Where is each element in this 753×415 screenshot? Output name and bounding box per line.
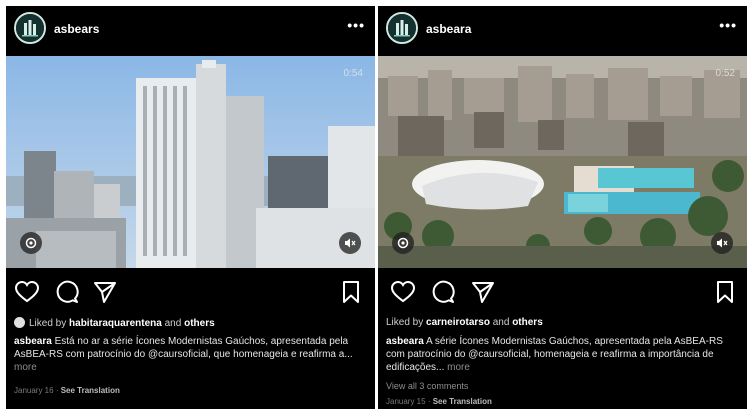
like-heart-icon[interactable] xyxy=(14,280,40,304)
liked-by-line: Liked by habitaraquarentena and others xyxy=(14,317,215,329)
sound-off-icon[interactable] xyxy=(711,232,733,254)
like-heart-icon[interactable] xyxy=(390,280,416,304)
post-actions xyxy=(6,276,375,310)
see-translation-link[interactable]: See Translation xyxy=(61,386,120,395)
share-send-icon[interactable] xyxy=(92,280,118,304)
video-duration: 0:52 xyxy=(715,68,735,79)
liked-by-others[interactable]: others xyxy=(184,318,215,329)
more-options-icon[interactable]: ••• xyxy=(347,17,365,33)
post-meta-row: January 16 · See Translation xyxy=(14,386,120,395)
avatar-logo-icon xyxy=(388,14,416,42)
post-actions xyxy=(378,276,747,310)
post-header: asbears ••• xyxy=(6,6,375,56)
liked-by-line: Liked by carneirotarso and others xyxy=(386,317,543,328)
video-duration: 0:54 xyxy=(343,68,363,79)
caption-text: A série Ícones Modernistas Gaúchos, apre… xyxy=(386,336,723,373)
liker-avatar[interactable] xyxy=(14,317,25,328)
liked-by-user[interactable]: habitaraquarentena xyxy=(69,318,162,329)
post-video[interactable]: 0:52 xyxy=(378,56,747,268)
sound-off-icon[interactable] xyxy=(339,232,361,254)
instagram-post-right: asbeara ••• 0:52 Liked by carneirotarso … xyxy=(378,6,747,409)
post-date: January 15 xyxy=(386,397,426,406)
post-meta-row: January 15 · See Translation xyxy=(386,397,492,406)
profile-avatar[interactable] xyxy=(14,12,46,44)
instagram-post-left: asbears ••• 0:54 Liked by habitaraquaren… xyxy=(6,6,375,409)
video-frame-buildings xyxy=(6,56,375,268)
caption-username[interactable]: asbeara xyxy=(14,336,52,347)
liked-by-prefix: Liked by xyxy=(386,317,427,328)
caption-username[interactable]: asbeara xyxy=(386,336,424,347)
liked-by-user[interactable]: carneirotarso xyxy=(426,317,490,328)
post-username[interactable]: asbears xyxy=(54,22,99,36)
post-caption: asbeara Está no ar a série Ícones Modern… xyxy=(14,335,366,374)
comment-icon[interactable] xyxy=(54,280,80,304)
video-settings-icon[interactable] xyxy=(20,232,42,254)
liked-by-prefix: Liked by xyxy=(29,318,70,329)
liked-by-conjunction: and xyxy=(489,317,513,328)
video-frame-aerial-city xyxy=(378,56,747,268)
liked-by-conjunction: and xyxy=(161,318,185,329)
more-options-icon[interactable]: ••• xyxy=(719,17,737,33)
post-caption: asbeara A série Ícones Modernistas Gaúch… xyxy=(386,335,738,374)
caption-text: Está no ar a série Ícones Modernistas Ga… xyxy=(14,336,353,360)
caption-more-link[interactable]: more xyxy=(447,362,470,373)
comment-icon[interactable] xyxy=(430,280,456,304)
post-username[interactable]: asbeara xyxy=(426,22,471,36)
save-bookmark-icon[interactable] xyxy=(340,280,362,304)
share-send-icon[interactable] xyxy=(470,280,496,304)
see-translation-link[interactable]: See Translation xyxy=(433,397,492,406)
profile-avatar[interactable] xyxy=(386,12,418,44)
avatar-logo-icon xyxy=(16,14,44,42)
caption-more-link[interactable]: more xyxy=(14,362,37,373)
video-settings-icon[interactable] xyxy=(392,232,414,254)
view-all-comments-link[interactable]: View all 3 comments xyxy=(386,381,468,391)
post-video[interactable]: 0:54 xyxy=(6,56,375,268)
post-header: asbeara ••• xyxy=(378,6,747,56)
liked-by-others[interactable]: others xyxy=(512,317,543,328)
save-bookmark-icon[interactable] xyxy=(714,280,736,304)
post-date: January 16 xyxy=(14,386,54,395)
